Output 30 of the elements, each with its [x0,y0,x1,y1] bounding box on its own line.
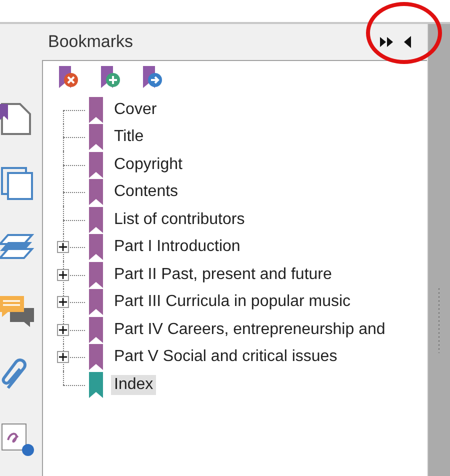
go-to-bookmark-button[interactable] [141,66,163,90]
left-arrow-icon [404,36,412,48]
plus-icon [59,298,67,306]
plus-icon [59,243,67,252]
expand-toggle[interactable] [57,324,69,336]
bookmark-item[interactable]: Contents [111,182,182,202]
double-arrow-icon [380,36,394,48]
expand-toggle[interactable] [57,296,69,308]
add-bookmark-button[interactable] [99,66,121,90]
bookmark-delete-icon [57,66,79,90]
plus-icon [59,353,67,362]
plus-icon [59,326,67,334]
bookmark-arrow-icon [141,66,163,90]
bookmark-item[interactable]: Part V Social and critical issues [111,347,340,368]
delete-bookmark-button[interactable] [57,66,79,90]
bookmark-item[interactable]: Index [111,374,156,395]
bookmark-item[interactable]: Part II Past, present and future [111,264,335,285]
bookmark-item[interactable]: Part I Introduction [111,237,244,258]
panel-title: Bookmarks [48,32,134,52]
bookmark-item[interactable]: List of contributors [111,210,248,230]
bookmark-item[interactable]: Part III Curricula in popular music [111,292,354,312]
bookmark-add-icon [99,66,121,90]
bookmark-item[interactable]: Part IV Careers, entrepreneurship and [111,320,388,340]
bookmark-item[interactable]: Copyright [111,154,186,175]
expand-toggle[interactable] [57,241,69,254]
bookmark-item[interactable]: Title [111,127,147,148]
plus-icon [59,270,67,279]
expand-toggle[interactable] [57,351,69,364]
expand-toggle[interactable] [57,268,69,281]
bookmark-item[interactable]: Cover [111,100,160,120]
